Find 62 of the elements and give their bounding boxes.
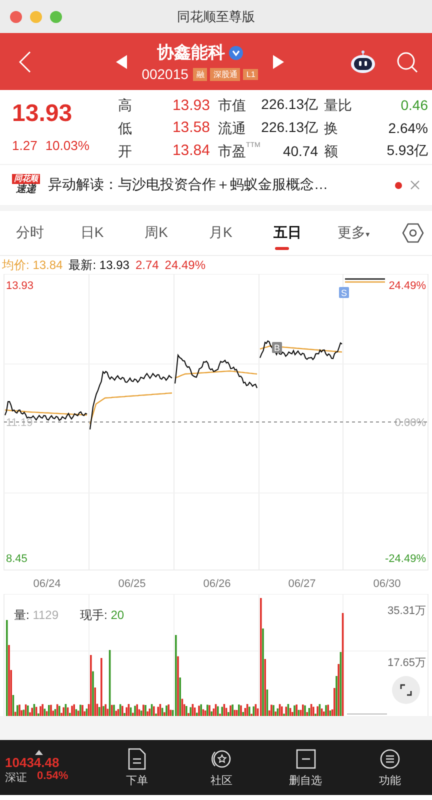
stat-value: 2.64% (388, 120, 428, 136)
stat-label: 换 (324, 118, 338, 137)
tag: 深股通 (210, 68, 240, 80)
volume-label: 量: 1129 (14, 608, 58, 622)
index-name: 深证 (5, 771, 27, 785)
axis-label: -24.49% (385, 553, 426, 565)
stat-value: 13.93 (172, 96, 210, 114)
stat-value: 5.93亿 (386, 142, 428, 160)
nav-item[interactable]: 删自选 (264, 748, 348, 788)
buy-marker: B (272, 342, 282, 353)
stat-label: 市值 (218, 96, 246, 114)
date-label: 06/25 (118, 578, 146, 590)
average-price: 均价: 13.84 (2, 256, 63, 274)
stat-value: 0.46 (400, 97, 428, 114)
stock-name: 协鑫能科 (157, 42, 225, 64)
axis-label: 35.31万 (387, 605, 426, 617)
change-percent: 10.03% (45, 138, 90, 153)
date-label: 06/27 (288, 578, 316, 590)
index-change: 0.54% (37, 770, 68, 784)
axis-label: 13.93 (6, 280, 34, 292)
stock-code: 002015 (142, 66, 188, 82)
latest-price: 最新: 13.93 (68, 256, 130, 274)
chart-tab[interactable]: 周K (144, 216, 209, 250)
stat-label: 低 (118, 118, 132, 137)
axis-label: 17.65万 (387, 657, 426, 669)
sell-marker: S (339, 287, 349, 298)
stat-label: 量比 (324, 96, 352, 114)
stat-value: 13.58 (172, 119, 210, 136)
chart-tab[interactable]: 更多▾ (338, 216, 402, 250)
stat-label: 高 (118, 96, 132, 114)
date-label: 06/30 (373, 578, 401, 590)
stat-label: 市盈 (218, 142, 246, 160)
change-percent: 24.49% (164, 258, 206, 272)
nav-item[interactable]: 下单 (95, 748, 180, 788)
window-title: 同花顺至尊版 (177, 8, 255, 24)
index-value: 10434.48 (5, 755, 60, 770)
chart-tab[interactable]: 日K (80, 216, 145, 250)
chart-tab[interactable]: 分时 (16, 216, 80, 250)
chart-tab[interactable]: 五日 (273, 216, 338, 250)
nav-item[interactable]: 功能 (348, 748, 432, 788)
price-change: 1.27 (12, 138, 38, 153)
news-headline[interactable]: 异动解读：与沙电投资合作＋蚂蚁金服概念… (48, 176, 387, 194)
price-change: 2.74 (135, 258, 159, 272)
tag: 融 (193, 68, 208, 80)
stat-label: 额 (324, 142, 338, 160)
nav-item[interactable]: 社区 (179, 748, 264, 788)
date-label: 06/24 (33, 578, 61, 590)
date-label: 06/26 (203, 578, 231, 590)
axis-label: 8.45 (6, 553, 28, 565)
stat-value: 13.84 (172, 142, 210, 160)
stat-value: 40.74 (282, 142, 318, 159)
stat-value: 226.13亿 (261, 96, 318, 114)
news-source-badge: 同花顺 速递 (12, 174, 40, 196)
stat-value: 226.13亿 (261, 118, 318, 137)
chart-tab[interactable]: 月K (208, 216, 274, 250)
hand-volume-label: 现手: 20 (80, 608, 124, 622)
axis-label: 11.19 (6, 417, 33, 429)
stat-label: 流通 (218, 118, 246, 137)
current-price: 13.93 (12, 100, 74, 128)
stat-label: 开 (118, 142, 132, 160)
axis-label: 24.49% (388, 280, 426, 292)
tag: L1 (243, 68, 258, 80)
